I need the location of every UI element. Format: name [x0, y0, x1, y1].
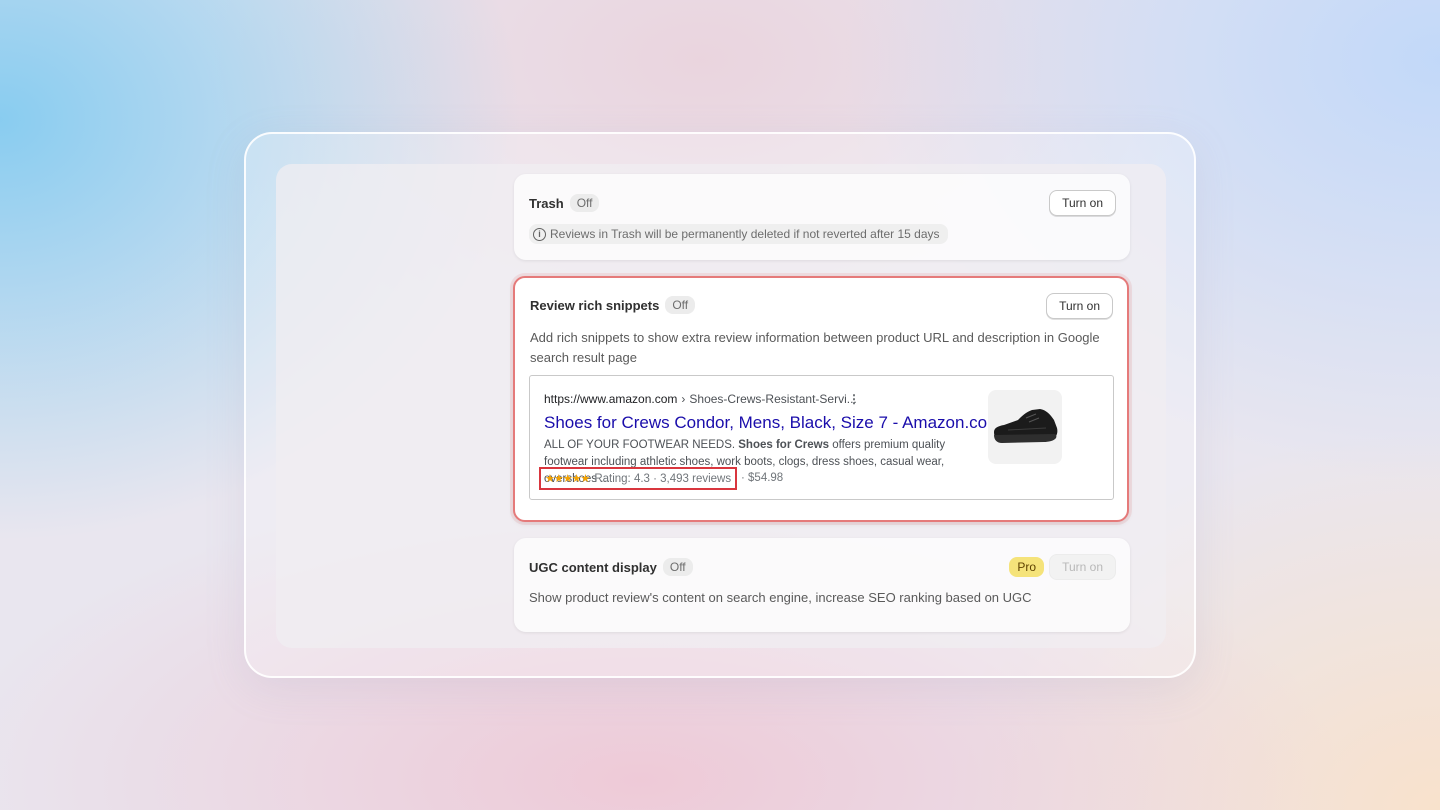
- result-url: https://www.amazon.com › Shoes-Crews-Res…: [544, 392, 857, 406]
- search-result-preview: https://www.amazon.com › Shoes-Crews-Res…: [529, 375, 1114, 500]
- rating-text: Rating: 4.3 · 3,493 reviews: [594, 472, 732, 485]
- outer-frame: Trash Off Turn on i Reviews in Trash wil…: [244, 132, 1196, 678]
- ugc-description: Show product review's content on search …: [529, 590, 1032, 605]
- result-price: · $54.98: [741, 472, 784, 484]
- pro-badge: Pro: [1009, 557, 1044, 577]
- ugc-turn-on-button[interactable]: Turn on: [1049, 554, 1116, 580]
- snippets-turn-on-button[interactable]: Turn on: [1046, 293, 1113, 319]
- rating-highlight: ★★★★★ Rating: 4.3 · 3,493 reviews: [539, 467, 738, 490]
- result-path: Shoes-Crews-Resistant-Servi...: [689, 392, 857, 406]
- trash-turn-on-button[interactable]: Turn on: [1049, 190, 1116, 216]
- shoe-icon: [988, 390, 1062, 464]
- result-separator: ›: [681, 392, 686, 406]
- trash-note: i Reviews in Trash will be permanently d…: [529, 224, 948, 244]
- rich-snippets-card: Review rich snippets Off Turn on Add ric…: [513, 276, 1129, 522]
- snippet-text-start: ALL OF YOUR FOOTWEAR NEEDS.: [544, 439, 739, 451]
- result-domain: https://www.amazon.com: [544, 392, 678, 406]
- ugc-status-badge: Off: [662, 558, 693, 576]
- more-options-icon: ⋮: [848, 392, 860, 406]
- star-rating-icon: ★★★★★: [545, 473, 590, 485]
- info-icon: i: [533, 227, 546, 241]
- trash-note-text: Reviews in Trash will be permanently del…: [550, 227, 940, 241]
- trash-title-row: Trash Off: [529, 194, 600, 212]
- ugc-title-row: UGC content display Off: [529, 558, 693, 576]
- snippet-text-bold: Shoes for Crews: [738, 439, 830, 451]
- snippets-status-badge: Off: [665, 296, 696, 314]
- settings-panel: Trash Off Turn on i Reviews in Trash wil…: [276, 164, 1166, 648]
- snippets-title-row: Review rich snippets Off: [530, 296, 696, 314]
- snippets-title: Review rich snippets: [530, 297, 660, 313]
- trash-title: Trash: [529, 195, 564, 211]
- snippets-description: Add rich snippets to show extra review i…: [530, 330, 1100, 365]
- trash-card: Trash Off Turn on i Reviews in Trash wil…: [514, 174, 1130, 260]
- ugc-title: UGC content display: [529, 559, 657, 575]
- trash-status-badge: Off: [569, 194, 600, 212]
- result-title: Shoes for Crews Condor, Mens, Black, Siz…: [544, 413, 1002, 432]
- ugc-card: UGC content display Off Pro Turn on Show…: [514, 538, 1130, 632]
